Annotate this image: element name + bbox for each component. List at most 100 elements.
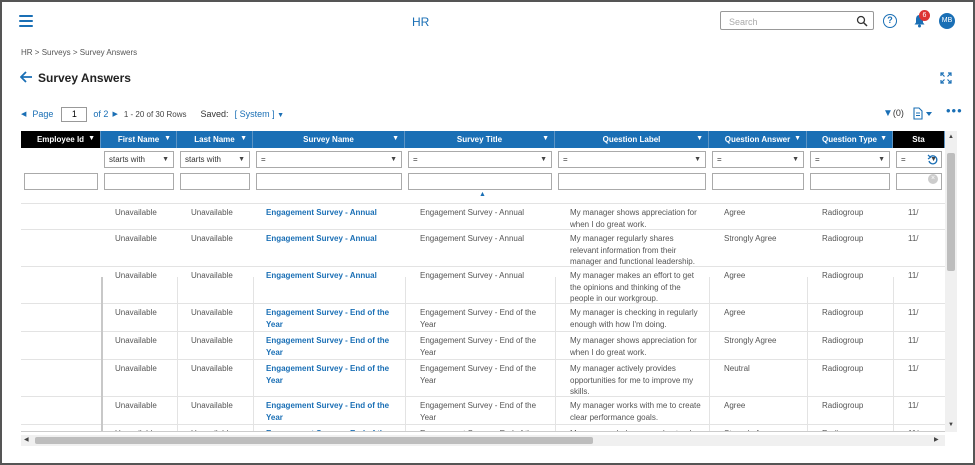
column-header-label: Survey Title bbox=[456, 135, 503, 144]
cell-question: My manager shows appreciation for when I… bbox=[570, 336, 697, 357]
chevron-down-icon: ▼ bbox=[238, 156, 245, 163]
filter-operator-select[interactable]: = ▼ bbox=[712, 151, 804, 168]
next-page-icon[interactable]: ▶ bbox=[112, 110, 117, 118]
filter-value-input[interactable] bbox=[810, 173, 890, 190]
pager: ◀ Page of 2 ▶ 1 - 20 of 30 Rows Saved: [… bbox=[21, 106, 284, 122]
cell-first: Unavailable bbox=[115, 401, 157, 410]
survey-name-link[interactable]: Engagement Survey - Annual bbox=[266, 270, 396, 282]
cell-survey-title: Engagement Survey - End of the Year bbox=[420, 364, 537, 385]
page-number-input[interactable] bbox=[61, 106, 88, 122]
page-title: Survey Answers bbox=[38, 71, 131, 85]
cell-answer: Strongly Agree bbox=[724, 234, 777, 243]
cell-answer: Strongly Agree bbox=[724, 336, 777, 345]
cell-type: Radiogroup bbox=[822, 271, 864, 280]
filter-button[interactable]: ▼(0) bbox=[883, 108, 904, 119]
column-header-question-type[interactable]: Question Type ▼ bbox=[807, 131, 893, 148]
filter-value-input[interactable] bbox=[558, 173, 706, 190]
filter-operator-select[interactable]: = ▼ bbox=[810, 151, 890, 168]
horizontal-scrollbar[interactable]: ◀ ▶ bbox=[21, 435, 945, 446]
cell-survey-title: Engagement Survey - Annual bbox=[420, 208, 525, 217]
filter-value-input[interactable] bbox=[408, 173, 552, 190]
survey-name-link[interactable]: Engagement Survey - End of the Year bbox=[266, 400, 396, 423]
chevron-down-icon: ▼ bbox=[878, 156, 885, 163]
survey-name-link[interactable]: Engagement Survey - End of the Year bbox=[266, 363, 396, 386]
cell-question: My manager shows appreciation for when I… bbox=[570, 208, 697, 229]
breadcrumb-surveys[interactable]: Surveys bbox=[42, 48, 71, 57]
cell-last: Unavailable bbox=[191, 234, 233, 243]
column-header-survey-name[interactable]: Survey Name ▼ bbox=[253, 131, 405, 148]
filter-operator-select[interactable]: starts with ▼ bbox=[104, 151, 174, 168]
collapse-filters-icon[interactable]: ▲ bbox=[479, 191, 486, 198]
table-row[interactable]: Unavailable Unavailable Engagement Survey … bbox=[21, 203, 945, 229]
column-header-employee-id[interactable]: Employee Id ▼ bbox=[21, 131, 101, 148]
chevron-down-icon: ▼ bbox=[696, 135, 703, 142]
prev-page-icon[interactable]: ◀ bbox=[21, 110, 26, 118]
cell-status: 11/ bbox=[908, 401, 919, 410]
horizontal-scroll-thumb[interactable] bbox=[35, 437, 593, 444]
column-header-first-name[interactable]: First Name ▼ bbox=[101, 131, 177, 148]
clear-filter-icon[interactable]: × bbox=[928, 174, 938, 184]
column-divider bbox=[807, 277, 808, 431]
chevron-down-icon: ▼ bbox=[792, 156, 799, 163]
column-header-label: Employee Id bbox=[36, 135, 85, 144]
cell-type: Radiogroup bbox=[822, 364, 864, 373]
cell-survey-title: Engagement Survey - End of the Year bbox=[420, 336, 537, 357]
avatar[interactable]: MB bbox=[939, 13, 955, 29]
vertical-scrollbar[interactable]: ▲ ▼ bbox=[945, 131, 957, 432]
survey-name-link[interactable]: Engagement Survey - Annual bbox=[266, 207, 396, 219]
survey-name-link[interactable]: Engagement Survey - End of the Year bbox=[266, 307, 396, 330]
column-header-survey-title[interactable]: Survey Title ▼ bbox=[405, 131, 555, 148]
column-header-sta[interactable]: Sta bbox=[893, 131, 945, 148]
cell-type: Radiogroup bbox=[822, 308, 864, 317]
filter-value-input[interactable] bbox=[104, 173, 174, 190]
scroll-right-icon[interactable]: ▶ bbox=[934, 436, 939, 443]
cell-first: Unavailable bbox=[115, 271, 157, 280]
filter-operator-select[interactable]: = ▼ bbox=[408, 151, 552, 168]
cell-first: Unavailable bbox=[115, 208, 157, 217]
vertical-scroll-thumb[interactable] bbox=[947, 153, 955, 271]
filter-operator-value: starts with bbox=[185, 155, 222, 164]
search-input[interactable] bbox=[721, 13, 851, 31]
scroll-up-icon[interactable]: ▲ bbox=[948, 134, 954, 140]
app-title: HR bbox=[412, 15, 430, 29]
column-header-question-answer[interactable]: Question Answer ▼ bbox=[709, 131, 807, 148]
filter-value-input[interactable] bbox=[712, 173, 804, 190]
export-icon[interactable] bbox=[913, 107, 933, 120]
column-header-label: First Name bbox=[117, 135, 160, 144]
cell-type: Radiogroup bbox=[822, 234, 864, 243]
help-icon[interactable]: ? bbox=[883, 14, 897, 28]
breadcrumb-hr[interactable]: HR bbox=[21, 48, 33, 57]
filter-operator-value: = bbox=[261, 155, 266, 164]
survey-name-link[interactable]: Engagement Survey - Annual bbox=[266, 233, 396, 245]
filter-value-input[interactable] bbox=[256, 173, 402, 190]
scroll-down-icon[interactable]: ▼ bbox=[948, 422, 954, 428]
filter-operator-value: = bbox=[815, 155, 820, 164]
cell-answer: Agree bbox=[724, 401, 746, 410]
more-options-icon[interactable]: ••• bbox=[946, 104, 963, 117]
filter-count: (0) bbox=[892, 108, 904, 118]
survey-name-link[interactable]: Engagement Survey - End of the Year bbox=[266, 335, 396, 358]
search-box[interactable] bbox=[720, 11, 874, 31]
filter-operator-select[interactable]: = ▼ bbox=[256, 151, 402, 168]
filter-operator-select[interactable]: starts with ▼ bbox=[180, 151, 250, 168]
expand-icon[interactable] bbox=[940, 72, 952, 84]
column-header-question-label[interactable]: Question Label ▼ bbox=[555, 131, 709, 148]
scroll-left-icon[interactable]: ◀ bbox=[24, 436, 29, 443]
back-arrow-icon[interactable] bbox=[20, 71, 33, 83]
cell-survey-title: Engagement Survey - Annual bbox=[420, 234, 525, 243]
cell-answer: Agree bbox=[724, 208, 746, 217]
search-icon[interactable] bbox=[856, 15, 868, 27]
hamburger-menu-icon[interactable] bbox=[19, 15, 33, 27]
chevron-down-icon: ▼ bbox=[794, 135, 801, 142]
cell-first: Unavailable bbox=[115, 234, 157, 243]
filter-value-input[interactable] bbox=[24, 173, 98, 190]
reset-filter-icon[interactable] bbox=[927, 154, 939, 166]
saved-view-dropdown[interactable]: [ System ] ▼ bbox=[235, 109, 284, 119]
breadcrumb-separator: > bbox=[72, 48, 78, 57]
cell-answer: Agree bbox=[724, 308, 746, 317]
filter-operator-select[interactable]: = ▼ bbox=[558, 151, 706, 168]
table-row[interactable]: Unavailable Unavailable Engagement Survey … bbox=[21, 229, 945, 266]
survey-name-link[interactable]: Engagement Survey - End of the bbox=[266, 428, 396, 431]
filter-value-input[interactable] bbox=[180, 173, 250, 190]
column-header-last-name[interactable]: Last Name ▼ bbox=[177, 131, 253, 148]
